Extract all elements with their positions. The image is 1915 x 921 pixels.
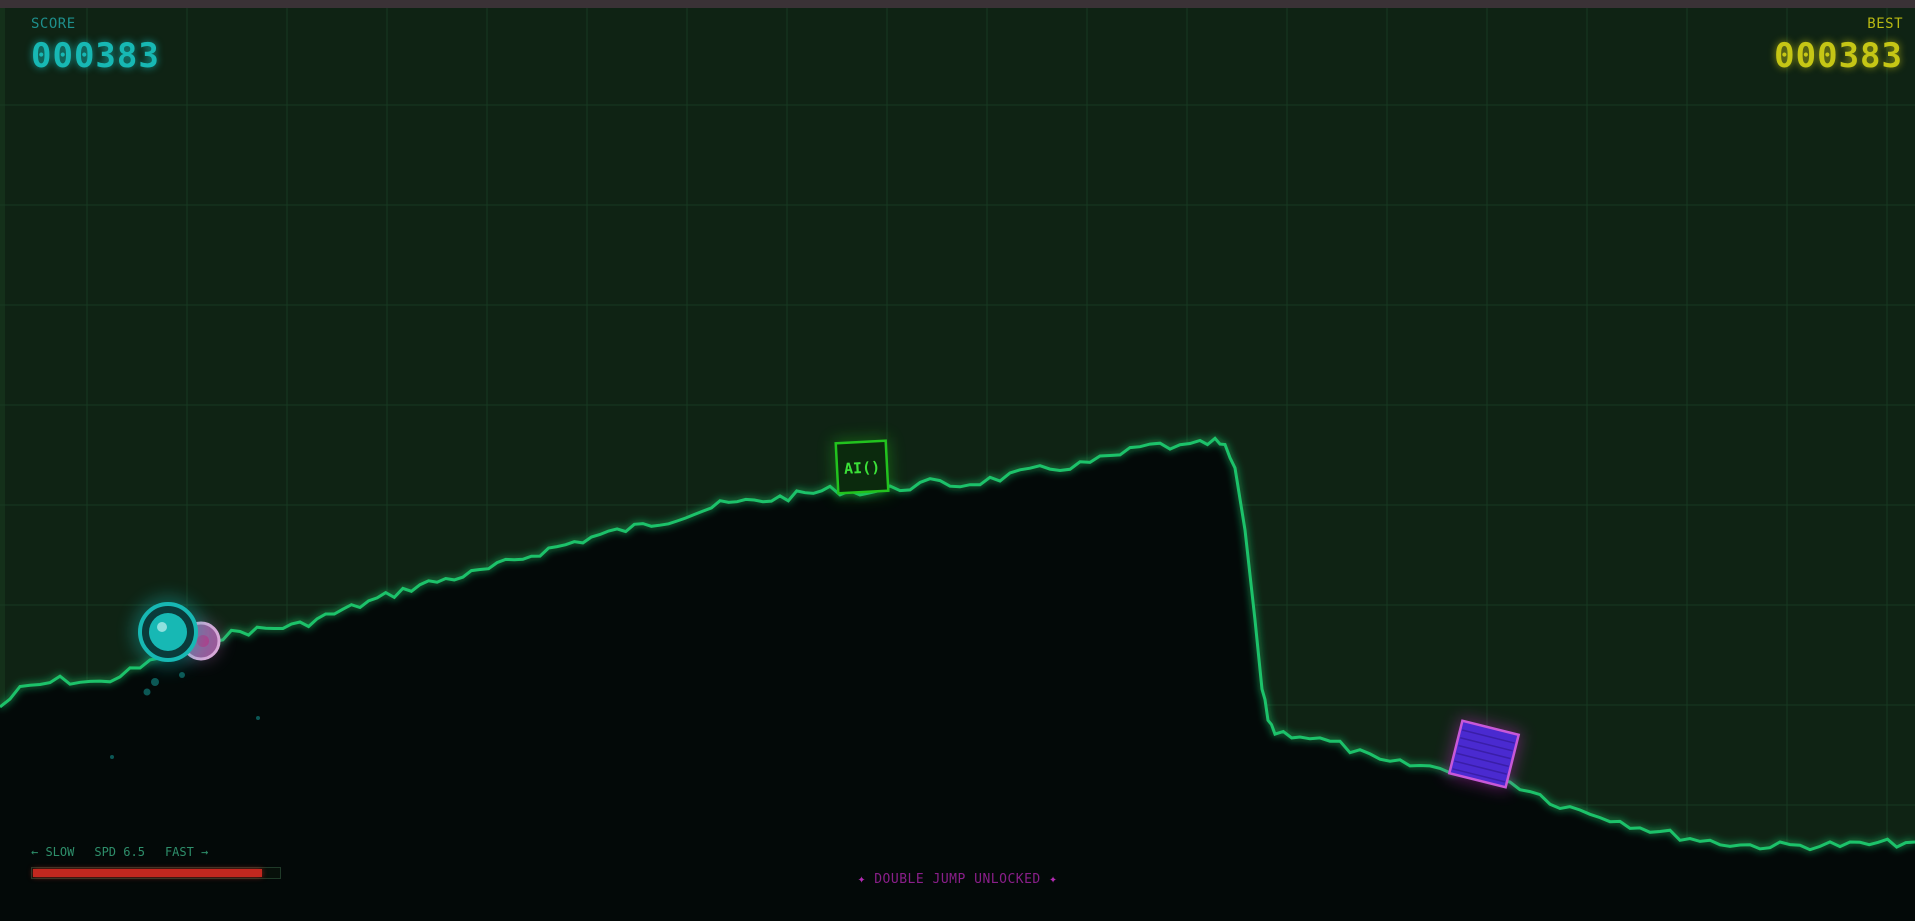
speed-indicator: ← SLOW SPD 6.5 FAST → xyxy=(31,845,228,859)
score-value: 000383 xyxy=(31,36,160,76)
game-stage[interactable]: AI() SCORE 000383 BEST 000383 ← SLOW SPD … xyxy=(0,0,1915,921)
powerup-label: AI() xyxy=(844,458,881,478)
speed-slow-label: ← SLOW xyxy=(31,845,75,859)
player-orb xyxy=(132,596,204,668)
sparkle-icon: ✦ xyxy=(1049,872,1058,887)
best-value: 000383 xyxy=(1774,36,1903,76)
powerup-box: AI() xyxy=(832,437,892,497)
best-label: BEST xyxy=(1867,16,1903,32)
speed-value: SPD 6.5 xyxy=(94,845,145,859)
status-message: ✦ DOUBLE JUMP UNLOCKED ✦ xyxy=(0,872,1915,887)
sparkle-icon: ✦ xyxy=(857,872,866,887)
speed-fast-label: FAST → xyxy=(164,845,209,859)
status-message-text: DOUBLE JUMP UNLOCKED xyxy=(874,872,1041,887)
game-scene: AI() xyxy=(0,8,1915,921)
score-label: SCORE xyxy=(31,16,76,32)
